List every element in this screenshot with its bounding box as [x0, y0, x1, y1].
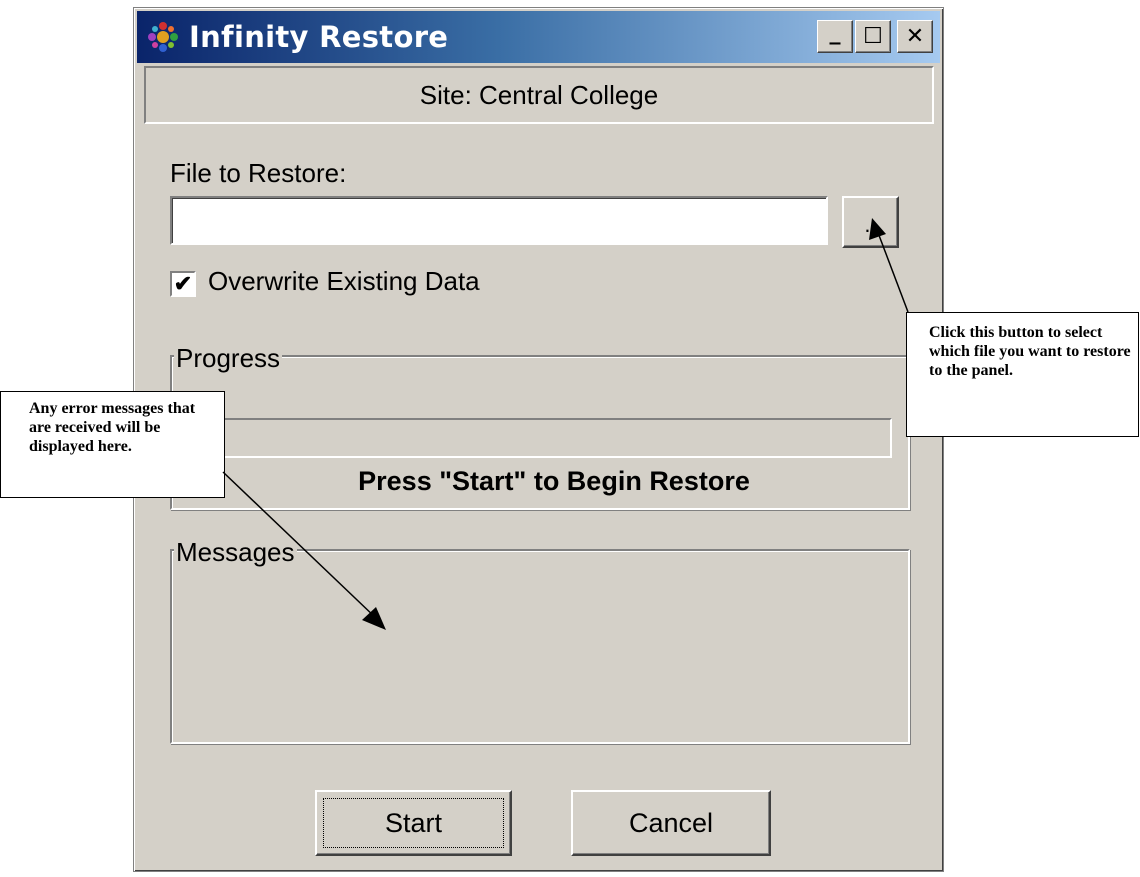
- browse-arrow-head: [869, 218, 886, 240]
- browse-arrow-line: [876, 229, 909, 313]
- errors-arrow-line: [222, 471, 378, 620]
- callout-arrows: [222, 218, 909, 630]
- errors-arrow-head: [362, 607, 386, 630]
